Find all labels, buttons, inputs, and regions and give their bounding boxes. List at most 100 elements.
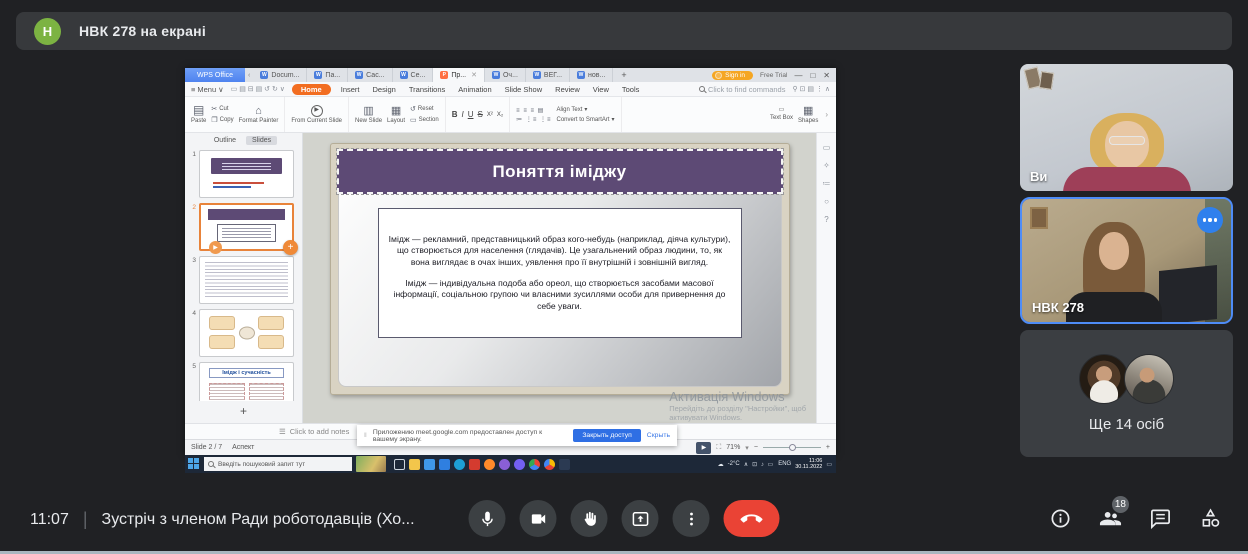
slide-title-placeholder[interactable]: Поняття іміджу — [337, 149, 783, 194]
superscript-button[interactable]: X² — [487, 112, 493, 118]
close-icon[interactable]: ✕ — [823, 71, 830, 80]
slide-2[interactable]: Поняття іміджу Імідж — рекламний, предст… — [330, 143, 790, 395]
notification-center-icon[interactable]: ▭ — [826, 461, 833, 468]
tab-insert[interactable]: Insert — [338, 84, 363, 95]
slide-body-placeholder[interactable]: Імідж — рекламний, представницький образ… — [378, 208, 742, 338]
slide-thumbnail-2-selected[interactable]: 2 ▶ + — [189, 203, 294, 251]
participants-button[interactable]: 18 — [1099, 507, 1122, 530]
wps-home-button[interactable]: WPS Office — [185, 68, 245, 82]
mail-icon[interactable] — [424, 459, 435, 470]
tray-chevron-icon[interactable]: ∧ — [744, 461, 748, 468]
zoom-slider[interactable] — [763, 447, 821, 448]
tab-slides[interactable]: Slides — [246, 136, 277, 145]
store-icon[interactable] — [439, 459, 450, 470]
tab-close-icon[interactable]: ✕ — [471, 71, 477, 79]
widgets-weather-thumbnail[interactable] — [356, 456, 386, 472]
chrome-icon[interactable] — [529, 459, 540, 470]
photos-icon[interactable] — [559, 459, 570, 470]
slide-thumbnail-1[interactable]: 1 — [189, 150, 294, 198]
messenger-app-icon[interactable] — [499, 459, 510, 470]
edge-icon[interactable] — [454, 459, 465, 470]
doc-tab-7[interactable]: WВЕГ... — [526, 68, 570, 82]
zoom-slider-knob[interactable] — [789, 444, 796, 451]
zoom-caret-icon[interactable]: ▾ — [745, 444, 749, 452]
zoom-out-button[interactable]: − — [754, 444, 758, 451]
shapes-button[interactable]: Shapes — [798, 105, 818, 125]
paste-button[interactable]: Paste — [191, 104, 206, 125]
stop-sharing-button[interactable]: Закрыть доступ — [573, 429, 640, 442]
zoom-percent[interactable]: 71% — [726, 444, 740, 451]
chat-button[interactable] — [1149, 507, 1172, 530]
layout-button[interactable]: Layout — [387, 105, 405, 125]
doc-tab-8[interactable]: Wнов... — [570, 68, 613, 82]
tab-review[interactable]: Review — [552, 84, 583, 95]
new-slide-button[interactable]: New Slide — [355, 105, 382, 125]
quick-add-slide-button[interactable]: + — [283, 240, 298, 255]
font-format-group[interactable]: B I U S X² X₂ — [452, 110, 503, 119]
doc-tab-2[interactable]: WПа... — [307, 68, 348, 82]
tab-home[interactable]: Home — [292, 84, 331, 95]
tab-tools[interactable]: Tools — [619, 84, 643, 95]
self-view-tile[interactable]: Ви — [1020, 64, 1233, 191]
activities-button[interactable] — [1199, 507, 1222, 530]
present-screen-button[interactable] — [622, 500, 659, 537]
minimize-icon[interactable]: — — [794, 71, 802, 80]
active-speaker-tile[interactable]: НВК 278 — [1020, 197, 1233, 324]
add-slide-button[interactable]: + — [185, 401, 302, 423]
file-explorer-icon[interactable] — [409, 459, 420, 470]
tab-view[interactable]: View — [590, 84, 612, 95]
text-box-button[interactable]: Text Box — [770, 107, 793, 121]
free-trial-button[interactable]: Free Trial — [760, 72, 787, 79]
doc-tab-6[interactable]: WОч... — [485, 68, 526, 82]
slide-thumbnail-5[interactable]: 5 Імідж і сучасність — [189, 362, 294, 401]
start-button[interactable] — [188, 458, 200, 470]
camera-button[interactable] — [520, 500, 557, 537]
menubar-right-icons[interactable]: ⚲ ⊡ ▤ ⋮ ∧ — [792, 85, 830, 93]
tab-transitions[interactable]: Transitions — [406, 84, 448, 95]
tile-options-button[interactable] — [1197, 207, 1223, 233]
cut-button[interactable]: Cut — [211, 105, 233, 113]
more-options-button[interactable] — [673, 500, 710, 537]
tray-status-icons[interactable]: ⊡ ♪ ▭ — [752, 461, 774, 468]
tab-outline[interactable]: Outline — [210, 136, 240, 145]
doc-tab-4[interactable]: WСе... — [393, 68, 434, 82]
convert-smartart-button[interactable]: Convert to SmartArt▾ — [557, 116, 615, 123]
effects-icon[interactable]: ✧ — [823, 161, 830, 170]
new-tab-button[interactable]: + — [613, 68, 634, 82]
from-current-slide-button[interactable]: ▶From Current Slide — [291, 105, 342, 125]
italic-button[interactable]: I — [461, 110, 463, 119]
slide-thumbnail-4[interactable]: 4 — [189, 309, 294, 357]
doc-tab-1[interactable]: WDocum... — [253, 68, 307, 82]
slide-thumbnail-3[interactable]: 3 — [189, 256, 294, 304]
end-call-button[interactable] — [724, 500, 780, 537]
paragraph-align-group[interactable]: ≡ ≡ ≡ ▤≔ ⋮≡ ⋮≡ — [516, 107, 551, 123]
menu-button[interactable]: ≡Menu∨ — [191, 85, 224, 94]
find-commands-input[interactable]: Click to find commands — [699, 85, 786, 94]
tab-scroll-left-icon[interactable]: ‹ — [245, 68, 253, 82]
overflow-participants-tile[interactable]: Ще 14 осіб — [1020, 330, 1233, 457]
copy-button[interactable]: Copy — [211, 116, 233, 124]
slideshow-play-button[interactable]: ▶ — [696, 442, 711, 454]
align-text-button[interactable]: Align Text▾ — [557, 106, 615, 113]
tab-design[interactable]: Design — [370, 84, 399, 95]
raise-hand-button[interactable] — [571, 500, 608, 537]
doc-tab-3[interactable]: WСас... — [348, 68, 392, 82]
maximize-icon[interactable]: □ — [810, 71, 815, 80]
viber-icon[interactable] — [514, 459, 525, 470]
meeting-details-button[interactable] — [1049, 507, 1072, 530]
format-painter-button[interactable]: Format Painter — [239, 105, 279, 125]
settings-icon[interactable]: ≔ — [823, 179, 831, 188]
wps-icon[interactable] — [469, 459, 480, 470]
underline-button[interactable]: U — [468, 110, 474, 119]
comment-icon[interactable]: ▭ — [823, 143, 831, 152]
sign-in-button[interactable]: Sign in — [712, 71, 753, 80]
section-button[interactable]: Section — [410, 116, 439, 124]
tab-animation[interactable]: Animation — [455, 84, 494, 95]
slide-play-button[interactable]: ▶ — [209, 241, 222, 254]
chrome-profile-icon[interactable] — [544, 459, 555, 470]
language-indicator[interactable]: ENG — [778, 461, 791, 467]
ribbon-expand-icon[interactable]: › — [823, 110, 830, 119]
taskbar-clock[interactable]: 11:06 30.11.2022 — [795, 458, 822, 471]
zoom-in-button[interactable]: + — [826, 444, 830, 451]
subscript-button[interactable]: X₂ — [497, 112, 503, 118]
